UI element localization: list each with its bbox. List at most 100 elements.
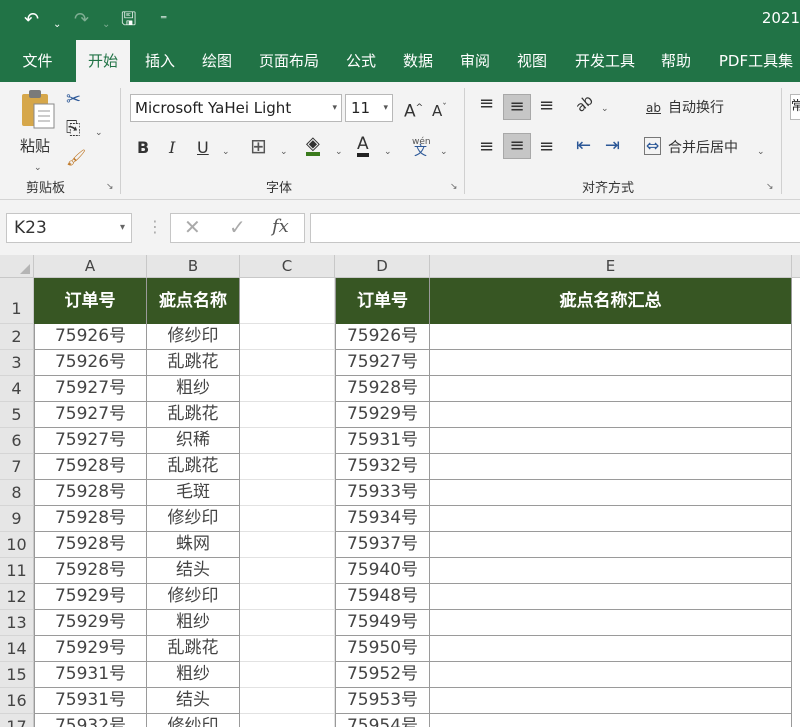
increase-indent-button[interactable]: ⇥ [605, 136, 620, 156]
font-launcher-icon[interactable]: ↘ [450, 182, 458, 192]
table2-cell-d[interactable]: 75949号 [335, 610, 430, 636]
border-dropdown-icon[interactable]: ⌄ [280, 142, 288, 162]
row-header-5[interactable]: 5 [0, 402, 34, 428]
table2-cell-d[interactable]: 75948号 [335, 584, 430, 610]
table1-cell-a[interactable]: 75928号 [34, 532, 147, 558]
table2-cell-d[interactable]: 75929号 [335, 402, 430, 428]
fill-color-dropdown-icon[interactable]: ⌄ [335, 142, 343, 162]
format-painter-icon[interactable]: 🖌 [66, 148, 86, 168]
cancel-icon[interactable]: ✕ [184, 214, 201, 240]
left-align-button[interactable]: ≡ [479, 137, 494, 157]
name-box-dropdown-icon[interactable]: ▾ [120, 214, 125, 242]
copy-icon[interactable]: ⎘ [66, 119, 80, 139]
table2-cell-e[interactable] [430, 584, 792, 610]
table1-cell-b[interactable]: 结头 [147, 558, 240, 584]
table2-cell-d[interactable]: 75950号 [335, 636, 430, 662]
row-header-15[interactable]: 15 [0, 662, 34, 688]
formula-input[interactable] [310, 213, 800, 243]
column-header-c[interactable]: C [240, 255, 335, 278]
paste-dropdown-icon[interactable]: ⌄ [34, 158, 42, 178]
row-header-13[interactable]: 13 [0, 610, 34, 636]
row-header-16[interactable]: 16 [0, 688, 34, 714]
alignment-launcher-icon[interactable]: ↘ [766, 182, 774, 192]
table1-cell-b[interactable]: 修纱印 [147, 714, 240, 727]
table1-cell-b[interactable]: 修纱印 [147, 584, 240, 610]
row-header-14[interactable]: 14 [0, 636, 34, 662]
font-name-select[interactable]: Microsoft YaHei Light ▾ [130, 94, 342, 122]
bold-button[interactable]: B [137, 138, 149, 158]
top-align-button[interactable]: ≡ [479, 94, 494, 114]
table2-cell-d[interactable]: 75927号 [335, 350, 430, 376]
table2-cell-e[interactable] [430, 558, 792, 584]
tab-pdf-tools[interactable]: PDF工具集 [712, 40, 800, 82]
row-header-2[interactable]: 2 [0, 324, 34, 350]
table1-cell-b[interactable]: 修纱印 [147, 506, 240, 532]
table2-cell-d[interactable]: 75934号 [335, 506, 430, 532]
table1-cell-a[interactable]: 75926号 [34, 324, 147, 350]
table1-header-b[interactable]: 疵点名称 [147, 278, 240, 324]
fill-color-icon[interactable]: ◈ [306, 135, 320, 156]
table2-cell-d[interactable]: 75931号 [335, 428, 430, 454]
table2-cell-e[interactable] [430, 662, 792, 688]
table2-cell-e[interactable] [430, 506, 792, 532]
table2-cell-e[interactable] [430, 636, 792, 662]
underline-dropdown-icon[interactable]: ⌄ [222, 142, 230, 162]
row-header-10[interactable]: 10 [0, 532, 34, 558]
font-size-select[interactable]: 11 ▾ [345, 94, 393, 122]
tab-home[interactable]: 开始 [76, 40, 130, 82]
table2-cell-d[interactable]: 75937号 [335, 532, 430, 558]
table2-cell-d[interactable]: 75932号 [335, 454, 430, 480]
tab-file[interactable]: 文件 [10, 40, 65, 82]
merge-center-button[interactable]: 合并后居中 [668, 138, 738, 158]
table1-cell-b[interactable]: 乱跳花 [147, 350, 240, 376]
tab-insert[interactable]: 插入 [136, 40, 184, 82]
table1-cell-b[interactable]: 粗纱 [147, 376, 240, 402]
table1-cell-b[interactable]: 毛斑 [147, 480, 240, 506]
select-all-corner[interactable] [0, 255, 34, 278]
tab-developer[interactable]: 开发工具 [566, 40, 644, 82]
table2-cell-d[interactable]: 75954号 [335, 714, 430, 727]
orientation-dropdown-icon[interactable]: ⌄ [601, 99, 609, 119]
row-header-17[interactable]: 17 [0, 714, 34, 727]
formula-bar-grip[interactable]: ⋮ [147, 214, 163, 240]
tab-help[interactable]: 帮助 [652, 40, 700, 82]
table1-cell-a[interactable]: 75928号 [34, 506, 147, 532]
table2-header-e[interactable]: 疵点名称汇总 [430, 278, 792, 324]
tab-data[interactable]: 数据 [394, 40, 442, 82]
font-size-dropdown-icon[interactable]: ▾ [383, 95, 388, 121]
phonetic-icon[interactable]: 文 [414, 142, 427, 162]
row-header-1[interactable]: 1 [0, 278, 34, 324]
font-color-dropdown-icon[interactable]: ⌄ [384, 142, 392, 162]
table2-cell-e[interactable] [430, 688, 792, 714]
table1-cell-a[interactable]: 75928号 [34, 454, 147, 480]
wrap-text-button[interactable]: 自动换行 [668, 98, 724, 118]
table1-cell-b[interactable]: 粗纱 [147, 610, 240, 636]
table2-cell-e[interactable] [430, 376, 792, 402]
middle-align-button[interactable]: ≡ [503, 94, 531, 120]
tab-page-layout[interactable]: 页面布局 [252, 40, 326, 82]
grow-font-icon[interactable]: A^ [404, 98, 423, 122]
table2-cell-d[interactable]: 75952号 [335, 662, 430, 688]
table2-cell-e[interactable] [430, 350, 792, 376]
table2-cell-e[interactable] [430, 428, 792, 454]
table1-cell-b[interactable]: 结头 [147, 688, 240, 714]
table2-cell-e[interactable] [430, 532, 792, 558]
font-name-dropdown-icon[interactable]: ▾ [332, 95, 337, 121]
tab-formulas[interactable]: 公式 [337, 40, 385, 82]
table2-cell-e[interactable] [430, 402, 792, 428]
row-header-12[interactable]: 12 [0, 584, 34, 610]
italic-button[interactable]: I [169, 138, 175, 158]
clipboard-launcher-icon[interactable]: ↘ [106, 182, 114, 192]
paste-button[interactable]: 粘贴 ⌄ [14, 88, 60, 173]
font-color-icon[interactable]: A [357, 135, 369, 157]
column-header-b[interactable]: B [147, 255, 240, 278]
table1-cell-b[interactable]: 乱跳花 [147, 454, 240, 480]
table2-cell-e[interactable] [430, 454, 792, 480]
row-header-7[interactable]: 7 [0, 454, 34, 480]
enter-icon[interactable]: ✓ [229, 214, 246, 240]
column-header-f[interactable] [792, 255, 800, 278]
table1-cell-a[interactable]: 75926号 [34, 350, 147, 376]
table2-header-d[interactable]: 订单号 [335, 278, 430, 324]
merge-center-dropdown-icon[interactable]: ⌄ [757, 142, 765, 162]
undo-dropdown-icon[interactable]: ⌄ [53, 13, 61, 37]
